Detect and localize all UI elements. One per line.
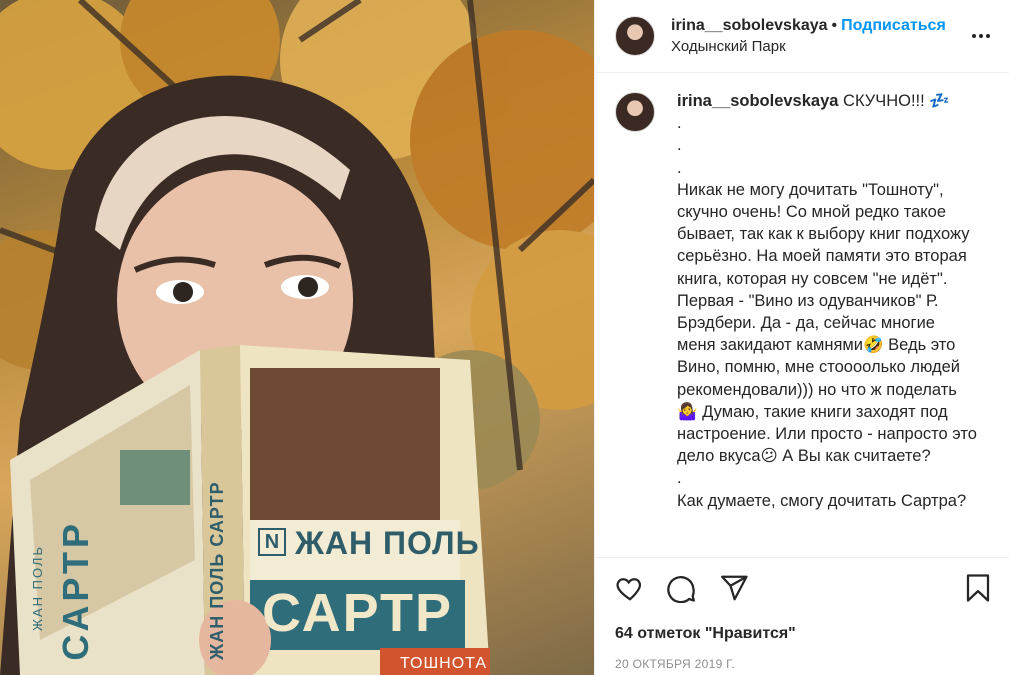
book-back-author: САРТР <box>55 520 96 661</box>
book-series-mark: N <box>258 528 286 556</box>
header-meta: irina__sobolevskaya • Подписаться Ходынс… <box>671 17 969 55</box>
book-spine-text: ЖАН ПОЛЬ САРТР <box>207 481 227 660</box>
book-title: ТОШНОТА <box>400 655 488 672</box>
follow-button[interactable]: Подписаться <box>841 17 946 35</box>
book-back-author-small: ЖАН ПОЛЬ <box>30 545 45 632</box>
book-cover-author-first: ЖАН ПОЛЬ <box>295 525 480 561</box>
post-header: irina__sobolevskaya • Подписаться Ходынс… <box>595 0 1009 73</box>
post-photo[interactable]: ЖАН ПОЛЬ САРТР N ЖАН ПОЛЬ САРТР ТОШНОТА … <box>0 0 594 675</box>
heart-icon[interactable] <box>615 573 645 603</box>
caption-username[interactable]: irina__sobolevskaya <box>677 92 838 110</box>
post-actions: 64 отметок "Нравится" 20 ОКТЯБРЯ 2019 Г. <box>595 557 1009 675</box>
separator-dot: • <box>831 17 838 34</box>
location-link[interactable]: Ходынский Парк <box>671 38 969 55</box>
username-link[interactable]: irina__sobolevskaya <box>671 17 828 35</box>
avatar[interactable] <box>615 16 655 56</box>
post-date[interactable]: 20 ОКТЯБРЯ 2019 Г. <box>615 657 993 671</box>
share-icon[interactable] <box>719 573 749 603</box>
post-side-panel: irina__sobolevskaya • Подписаться Ходынс… <box>594 0 1009 675</box>
bookmark-icon[interactable] <box>963 573 993 603</box>
likes-count[interactable]: 64 отметок "Нравится" <box>615 625 993 643</box>
caption: irina__sobolevskaya СКУЧНО!!! 💤 . . . Ни… <box>615 90 993 512</box>
caption-text-block: irina__sobolevskaya СКУЧНО!!! 💤 . . . Ни… <box>677 90 977 512</box>
header-row: irina__sobolevskaya • Подписаться <box>671 17 969 35</box>
book-cover-author-last: САРТР <box>262 583 453 643</box>
caption-body: СКУЧНО!!! 💤 . . . Никак не могу дочитать… <box>677 92 977 510</box>
action-icons <box>615 568 993 608</box>
comments-area[interactable]: irina__sobolevskaya СКУЧНО!!! 💤 . . . Ни… <box>595 74 1009 556</box>
comment-icon[interactable] <box>667 573 697 603</box>
more-horizontal-icon[interactable] <box>969 33 993 39</box>
instagram-post: ЖАН ПОЛЬ САРТР N ЖАН ПОЛЬ САРТР ТОШНОТА … <box>0 0 1009 675</box>
caption-avatar[interactable] <box>615 92 655 132</box>
